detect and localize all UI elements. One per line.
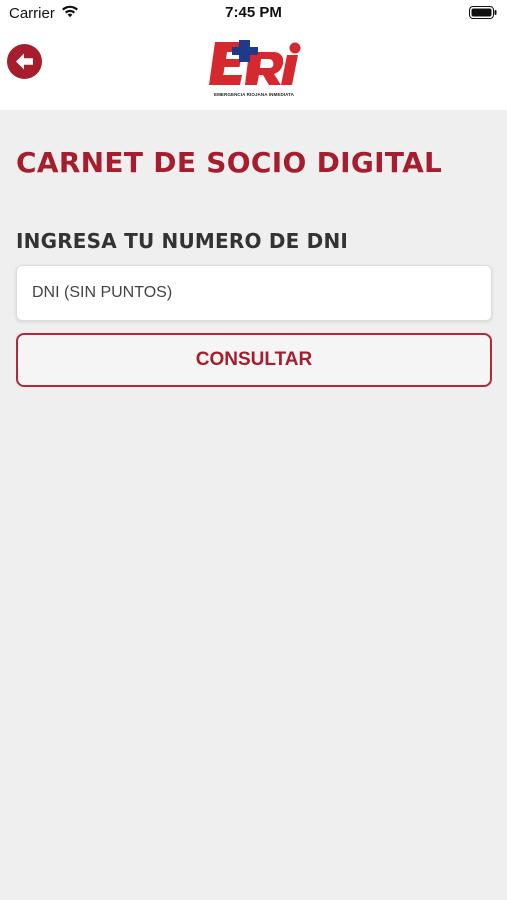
- battery-icon: [469, 6, 497, 19]
- clock: 7:45 PM: [225, 4, 282, 21]
- app-screen: Carrier 7:45 PM EMERGENCIA RIOJANA INMED…: [0, 0, 507, 900]
- consult-button[interactable]: CONSULTAR: [16, 333, 492, 387]
- logo-mark: [209, 40, 301, 85]
- logo-tagline: EMERGENCIA RIOJANA INMEDIATA: [213, 92, 295, 97]
- page-title: CARNET DE SOCIO DIGITAL: [16, 146, 443, 179]
- dni-label: INGRESA TU NUMERO DE DNI: [16, 229, 349, 253]
- arrow-left-icon: [16, 53, 33, 70]
- status-bar: Carrier 7:45 PM: [0, 0, 507, 26]
- back-button[interactable]: [7, 44, 42, 79]
- eri-logo: EMERGENCIA RIOJANA INMEDIATA: [203, 38, 305, 100]
- dni-input[interactable]: [16, 265, 492, 321]
- app-header: EMERGENCIA RIOJANA INMEDIATA: [0, 26, 507, 110]
